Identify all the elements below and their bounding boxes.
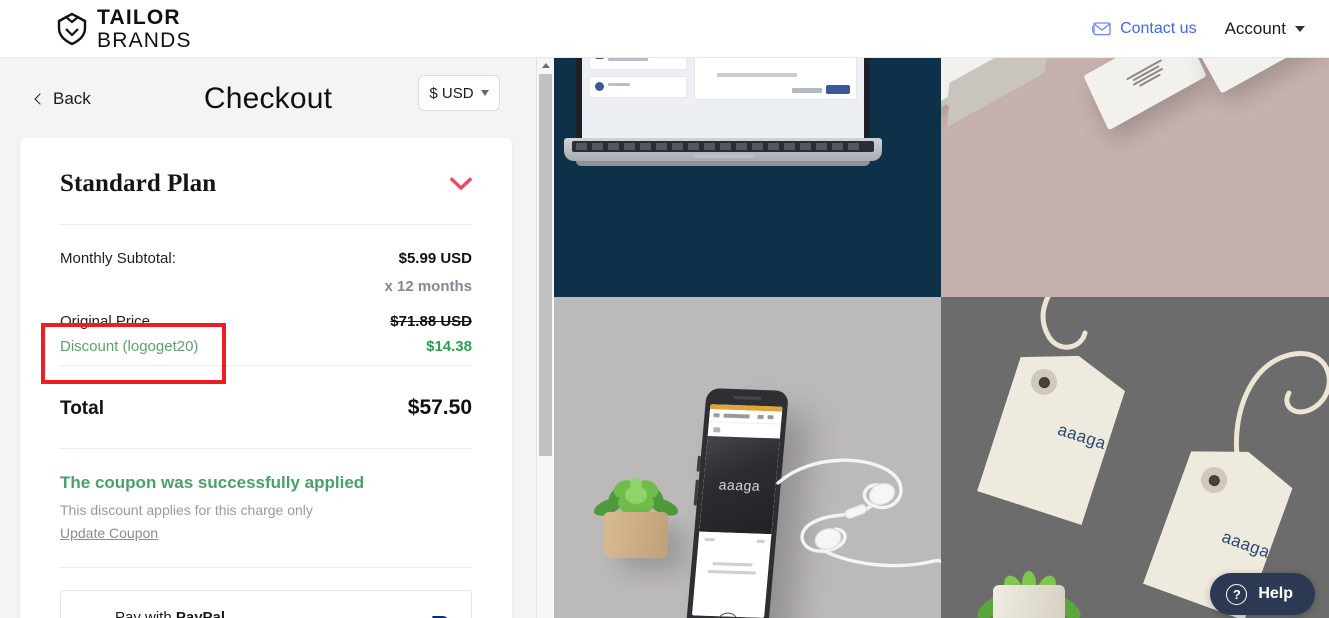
phone-instagram-mockup: aaaga	[554, 297, 941, 618]
facebook-composer	[694, 58, 857, 100]
total-label: Total	[60, 398, 104, 419]
order-summary-card: Standard Plan Monthly Subtotal: $5.99 US…	[20, 138, 512, 618]
original-price-label: Original Price	[60, 313, 151, 330]
laptop-facebook-mockup: aaaga	[554, 58, 941, 297]
discount-value: $14.38	[426, 338, 472, 355]
account-label: Account	[1224, 18, 1286, 38]
logo-text-line1: TAILOR	[97, 5, 181, 29]
hang-tags-mockup: aaaga aaaga	[941, 297, 1329, 618]
chevron-down-icon	[480, 90, 489, 96]
scrollbar-thumb[interactable]	[539, 74, 552, 456]
topbar-actions: Contact us Account	[1092, 19, 1305, 39]
paypal-texts: Pay with PayPal Easy, fast & secure paym…	[115, 609, 369, 618]
phone-volume-button-2	[693, 479, 699, 506]
coupon-status: The coupon was successfully applied This…	[60, 449, 472, 567]
chevron-down-icon[interactable]	[450, 177, 472, 191]
question-glyph: ?	[1232, 586, 1241, 602]
scroll-up-arrow-icon[interactable]	[537, 58, 554, 73]
update-coupon-link[interactable]: Update Coupon	[60, 525, 158, 541]
plan-name: Standard Plan	[60, 170, 217, 197]
coupon-note: This discount applies for this charge on…	[60, 502, 313, 518]
currency-selector[interactable]: $ USD	[418, 75, 500, 111]
question-mark-circle-icon: ?	[1226, 583, 1248, 605]
mockup-brand-name: aaaga	[718, 476, 761, 494]
plan-header: Standard Plan	[60, 138, 472, 224]
paypal-title-brand: PayPal	[175, 608, 226, 618]
phone-screen: aaaga	[691, 404, 783, 618]
facebook-feed	[582, 58, 864, 138]
brand-logo[interactable]: TAILOR BRANDS	[56, 7, 192, 51]
contact-us-link[interactable]: Contact us	[1092, 19, 1197, 38]
discount-label: Discount (logoget20)	[60, 338, 199, 355]
price-breakdown: Original Price $71.88 USD Discount (logo…	[41, 295, 472, 384]
laptop-trackpad	[694, 154, 754, 158]
tag-string-icon	[1233, 351, 1329, 458]
total-value: $57.50	[407, 396, 472, 419]
instagram-post-footer	[691, 531, 772, 618]
phone-volume-button	[696, 455, 701, 472]
phone-speaker	[733, 395, 762, 400]
earbuds-icon	[776, 458, 941, 568]
paypal-title: Pay with PayPal	[115, 609, 369, 618]
mail-icon	[1092, 21, 1111, 35]
business-card-stack-2	[1194, 58, 1320, 94]
instagram-post-photo: aaaga	[699, 436, 780, 535]
laptop-screen: aaaga	[576, 58, 870, 138]
subtotal-label: Monthly Subtotal:	[60, 250, 176, 267]
top-navigation-bar: TAILOR BRANDS Contact us Account	[0, 0, 1329, 58]
divider	[60, 567, 472, 568]
chevron-down-icon	[1295, 25, 1305, 32]
checkout-header: Back Checkout $ USD	[0, 58, 536, 140]
subtotal-row: Monthly Subtotal: $5.99 USD	[60, 225, 472, 267]
subtotal-value: $5.99 USD	[398, 250, 472, 267]
checkout-panel: Back Checkout $ USD Standard Plan Monthl…	[0, 58, 536, 618]
brand-mockup-gallery: aaaga aaaga aaaga	[554, 58, 1329, 618]
contact-us-label: Contact us	[1120, 19, 1197, 37]
plant-pot	[604, 512, 668, 558]
business-cards-mockup	[941, 58, 1329, 297]
page-scrollbar[interactable]	[536, 58, 553, 618]
term-value: x 12 months	[384, 278, 472, 295]
discount-row: Discount (logoget20) $14.38	[60, 338, 472, 355]
help-button[interactable]: ? Help	[1210, 573, 1315, 615]
logo-text-line2: BRANDS	[97, 28, 192, 52]
original-price-row: Original Price $71.88 USD	[60, 313, 472, 330]
paypal-logo-icon	[432, 616, 448, 618]
plant-pot	[993, 585, 1065, 618]
facebook-intro-card-2	[589, 76, 687, 98]
currency-value: $ USD	[429, 84, 474, 102]
instagram-header	[708, 409, 783, 425]
paypal-title-prefix: Pay with	[115, 608, 176, 618]
tailor-brands-shield-logo	[57, 12, 87, 45]
help-label: Help	[1258, 585, 1293, 602]
checkout-page: TAILOR BRANDS Contact us Account Back Ch…	[0, 0, 1329, 618]
original-price-value: $71.88 USD	[390, 313, 472, 330]
total-row: Total $57.50	[60, 366, 472, 448]
account-menu[interactable]: Account	[1225, 19, 1305, 39]
laptop-front-edge	[576, 161, 870, 166]
coupon-success-message: The coupon was successfully applied	[60, 473, 365, 492]
payment-option-paypal[interactable]: Pay with PayPal Easy, fast & secure paym…	[60, 590, 472, 618]
facebook-intro-card	[589, 58, 687, 70]
laptop-keyboard	[572, 141, 874, 152]
